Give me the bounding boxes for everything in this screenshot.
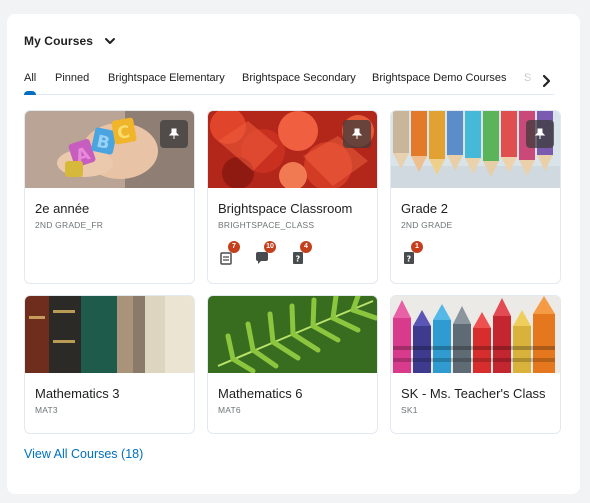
pin-icon[interactable] bbox=[160, 120, 188, 148]
quiz-alert[interactable]: ? 4 bbox=[291, 241, 315, 265]
tab-brightspace-demo-courses[interactable]: Brightspace Demo Courses bbox=[372, 72, 507, 84]
widget-header[interactable]: My Courses bbox=[24, 34, 117, 48]
course-alerts: 7 10 ? 4 bbox=[219, 241, 367, 265]
course-title: Brightspace Classroom bbox=[218, 201, 353, 216]
alert-count-badge: 7 bbox=[228, 241, 240, 253]
view-all-courses-link[interactable]: View All Courses (18) bbox=[24, 447, 143, 461]
my-courses-widget: My Courses All Pinned Brightspace Elemen… bbox=[7, 14, 580, 494]
course-image-colored-pencils bbox=[391, 111, 560, 188]
quiz-alert[interactable]: ? 1 bbox=[402, 241, 426, 265]
course-card-sk-ms-teachers-class[interactable]: SK - Ms. Teacher's Class SK1 bbox=[390, 295, 561, 434]
course-alerts: ? 1 bbox=[402, 241, 550, 265]
tab-pinned[interactable]: Pinned bbox=[55, 72, 89, 84]
course-card-2e-annee[interactable]: A B C 2e année 2ND GRADE_FR bbox=[24, 110, 195, 284]
course-image-old-books bbox=[25, 296, 194, 373]
alert-count-badge: 4 bbox=[300, 241, 312, 253]
svg-text:?: ? bbox=[407, 255, 412, 264]
svg-text:?: ? bbox=[296, 255, 301, 264]
tab-brightspace-secondary[interactable]: Brightspace Secondary bbox=[242, 72, 356, 84]
widget-title: My Courses bbox=[24, 34, 94, 48]
tab-brightspace-elementary[interactable]: Brightspace Elementary bbox=[108, 72, 225, 84]
course-title: Mathematics 3 bbox=[35, 386, 120, 401]
course-title: 2e année bbox=[35, 201, 90, 216]
alert-count-badge: 1 bbox=[411, 241, 423, 253]
course-image-crayons bbox=[391, 296, 560, 373]
quiz-icon: ? bbox=[293, 252, 303, 264]
assignment-icon bbox=[220, 252, 232, 265]
discussion-alert[interactable]: 10 bbox=[255, 241, 279, 265]
course-card-mathematics-6[interactable]: Mathematics 6 MAT6 bbox=[207, 295, 378, 434]
alert-count-badge: 10 bbox=[264, 241, 276, 253]
pin-icon[interactable] bbox=[343, 120, 371, 148]
chevron-down-icon[interactable] bbox=[103, 34, 117, 48]
course-title: Grade 2 bbox=[401, 201, 448, 216]
course-code: SK1 bbox=[401, 405, 418, 415]
course-image-abc-blocks: A B C bbox=[25, 111, 194, 188]
course-code: BRIGHTSPACE_CLASS bbox=[218, 220, 315, 230]
discussion-icon bbox=[256, 252, 268, 264]
course-card-grade-2[interactable]: Grade 2 2ND GRADE ? 1 bbox=[390, 110, 561, 284]
tab-all[interactable]: All bbox=[24, 72, 37, 95]
course-code: 2ND GRADE_FR bbox=[35, 220, 104, 230]
pin-icon[interactable] bbox=[526, 120, 554, 148]
course-code: 2ND GRADE bbox=[401, 220, 453, 230]
chevron-right-icon[interactable] bbox=[537, 72, 555, 90]
assignment-alert[interactable]: 7 bbox=[219, 241, 243, 265]
quiz-icon: ? bbox=[404, 252, 414, 264]
course-code: MAT3 bbox=[35, 405, 58, 415]
course-card-brightspace-classroom[interactable]: Brightspace Classroom BRIGHTSPACE_CLASS … bbox=[207, 110, 378, 284]
course-title: Mathematics 6 bbox=[218, 386, 303, 401]
course-card-mathematics-3[interactable]: Mathematics 3 MAT3 bbox=[24, 295, 195, 434]
course-code: MAT6 bbox=[218, 405, 241, 415]
course-tabs: All Pinned Brightspace Elementary Bright… bbox=[24, 69, 554, 95]
course-title: SK - Ms. Teacher's Class bbox=[401, 386, 546, 401]
course-image-fern bbox=[208, 296, 377, 373]
course-image-red-leaves bbox=[208, 111, 377, 188]
